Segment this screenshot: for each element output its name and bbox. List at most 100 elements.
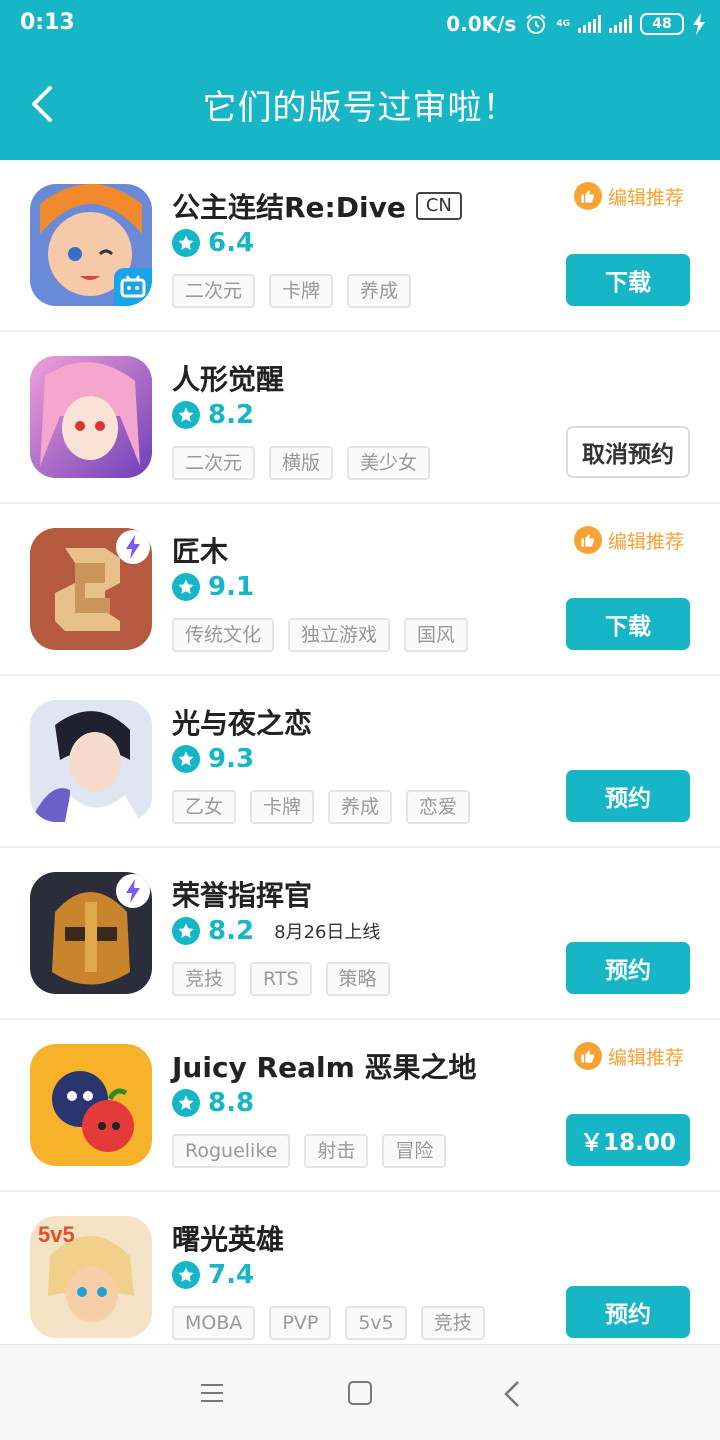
tag[interactable]: 竞技: [420, 1306, 485, 1340]
star-icon: [172, 401, 200, 429]
cancel-reservation-button[interactable]: 取消预约: [566, 426, 690, 478]
tag[interactable]: 养成: [328, 790, 393, 824]
battery-level: 48: [652, 16, 672, 32]
knight-helmet-icon[interactable]: [30, 872, 152, 994]
rating-score: 8.2: [208, 400, 255, 430]
tag[interactable]: 竞技: [172, 962, 237, 996]
rating: 8.8: [172, 1088, 254, 1118]
app-list: 公主连结Re:Dive CN 6.4 二次元 卡牌 养成 编辑推荐 下载 人形觉醒…: [0, 160, 720, 1344]
svg-text:5v5: 5v5: [38, 1222, 75, 1247]
tag[interactable]: Roguelike: [172, 1134, 291, 1168]
wooden-puzzle-icon[interactable]: [30, 528, 152, 650]
list-item[interactable]: 匠木 9.1 传统文化 独立游戏 国风 编辑推荐 下载: [0, 504, 720, 676]
tag[interactable]: 卡牌: [250, 790, 315, 824]
editor-recommend-badge: 编辑推荐: [573, 182, 684, 210]
signal-icon-2: [609, 15, 632, 33]
list-item[interactable]: 荣誉指挥官 8.2 8月26日上线 竞技 RTS 策略 预约: [0, 848, 720, 1020]
list-item[interactable]: 光与夜之恋 9.3 乙女 卡牌 养成 恋爱 预约: [0, 676, 720, 848]
alarm-icon: [526, 14, 546, 34]
nav-back-icon[interactable]: [502, 1379, 522, 1409]
thumbs-up-icon: [573, 526, 602, 554]
list-item[interactable]: 人形觉醒 8.2 二次元 横版 美少女 取消预约: [0, 332, 720, 504]
app-name: 曙光英雄: [172, 1223, 285, 1256]
lightning-badge-icon: [116, 530, 150, 564]
list-item[interactable]: 公主连结Re:Dive CN 6.4 二次元 卡牌 养成 编辑推荐 下载: [0, 160, 720, 332]
hero-5v5-icon[interactable]: 5v5: [30, 1216, 152, 1338]
lightning-badge-icon: [116, 874, 150, 908]
tag[interactable]: 乙女: [172, 790, 237, 824]
rating-score: 6.4: [208, 228, 255, 258]
tag[interactable]: 恋爱: [406, 790, 471, 824]
title-bar: 它们的版号过审啦！: [0, 60, 720, 150]
rating: 7.4: [172, 1260, 254, 1290]
app-name: 公主连结Re:Dive CN: [172, 186, 462, 226]
region-badge: CN: [415, 192, 462, 220]
tag-list: MOBA PVP 5v5 竞技: [172, 1306, 485, 1340]
editor-recommend-badge: 编辑推荐: [573, 1042, 684, 1070]
rating: 9.1: [172, 572, 254, 602]
system-nav-bar: [0, 1344, 720, 1440]
list-item[interactable]: 5v5 曙光英雄 7.4 MOBA PVP 5v5 竞技 预约: [0, 1192, 720, 1344]
battery-icon: 48: [640, 13, 684, 35]
star-icon: [172, 229, 200, 257]
tag-list: 乙女 卡牌 养成 恋爱: [172, 790, 471, 824]
buy-button[interactable]: ￥18.00: [566, 1114, 690, 1166]
list-item[interactable]: Juicy Realm 恶果之地 8.8 Roguelike 射击 冒险 编辑推…: [0, 1020, 720, 1192]
status-bar: 0:13 0.0K/s 4G 48: [0, 0, 720, 48]
status-right: 0.0K/s 4G 48: [446, 10, 706, 38]
tag[interactable]: 策略: [325, 962, 390, 996]
bilibili-icon: [114, 268, 152, 306]
tag[interactable]: MOBA: [172, 1306, 256, 1340]
tag-list: 传统文化 独立游戏 国风: [172, 618, 469, 652]
rating: 8.2 8月26日上线: [172, 916, 380, 946]
anime-boy-icon[interactable]: [30, 700, 152, 822]
tag-list: 二次元 横版 美少女: [172, 446, 431, 480]
signal-icon: [578, 15, 601, 33]
tag[interactable]: 传统文化: [172, 618, 275, 652]
tag-list: Roguelike 射击 冒险: [172, 1134, 447, 1168]
fruit-monster-icon[interactable]: [30, 1044, 152, 1166]
home-icon[interactable]: [348, 1381, 372, 1405]
thumbs-up-icon: [573, 182, 602, 210]
page-title: 它们的版号过审啦！: [202, 88, 518, 128]
tag[interactable]: PVP: [269, 1306, 332, 1340]
app-name: 人形觉醒: [172, 363, 285, 396]
tag[interactable]: 国风: [404, 618, 469, 652]
rating: 8.2: [172, 400, 254, 430]
tag[interactable]: 横版: [269, 446, 334, 480]
princess-connect-icon[interactable]: [30, 184, 152, 306]
network-type: 4G: [556, 18, 570, 29]
rating-score: 8.2: [208, 916, 255, 946]
tag-list: 二次元 卡牌 养成: [172, 274, 412, 308]
rating-score: 9.3: [208, 744, 255, 774]
tag[interactable]: 二次元: [172, 446, 256, 480]
star-icon: [172, 1261, 200, 1289]
app-name: 荣誉指挥官: [172, 879, 313, 912]
release-date: 8月26日上线: [274, 922, 381, 943]
anime-girl-icon[interactable]: [30, 356, 152, 478]
tag[interactable]: 5v5: [345, 1306, 407, 1340]
charging-icon: [693, 13, 705, 35]
tag[interactable]: 美少女: [347, 446, 431, 480]
tag[interactable]: 养成: [347, 274, 412, 308]
tag[interactable]: 二次元: [172, 274, 256, 308]
tag[interactable]: 独立游戏: [288, 618, 391, 652]
network-speed: 0.0K/s: [446, 12, 517, 36]
tag[interactable]: 射击: [304, 1134, 369, 1168]
star-icon: [172, 1089, 200, 1117]
status-time: 0:13: [20, 10, 75, 35]
reserve-button[interactable]: 预约: [566, 942, 690, 994]
reserve-button[interactable]: 预约: [566, 770, 690, 822]
rating: 9.3: [172, 744, 254, 774]
star-icon: [172, 917, 200, 945]
tag[interactable]: 卡牌: [269, 274, 334, 308]
app-name: 匠木: [172, 535, 229, 568]
menu-icon[interactable]: [200, 1383, 224, 1403]
tag[interactable]: 冒险: [382, 1134, 447, 1168]
tag-list: 竞技 RTS 策略: [172, 962, 390, 996]
download-button[interactable]: 下载: [566, 254, 690, 306]
download-button[interactable]: 下载: [566, 598, 690, 650]
tag[interactable]: RTS: [250, 962, 312, 996]
rating: 6.4: [172, 228, 254, 258]
reserve-button[interactable]: 预约: [566, 1286, 690, 1338]
